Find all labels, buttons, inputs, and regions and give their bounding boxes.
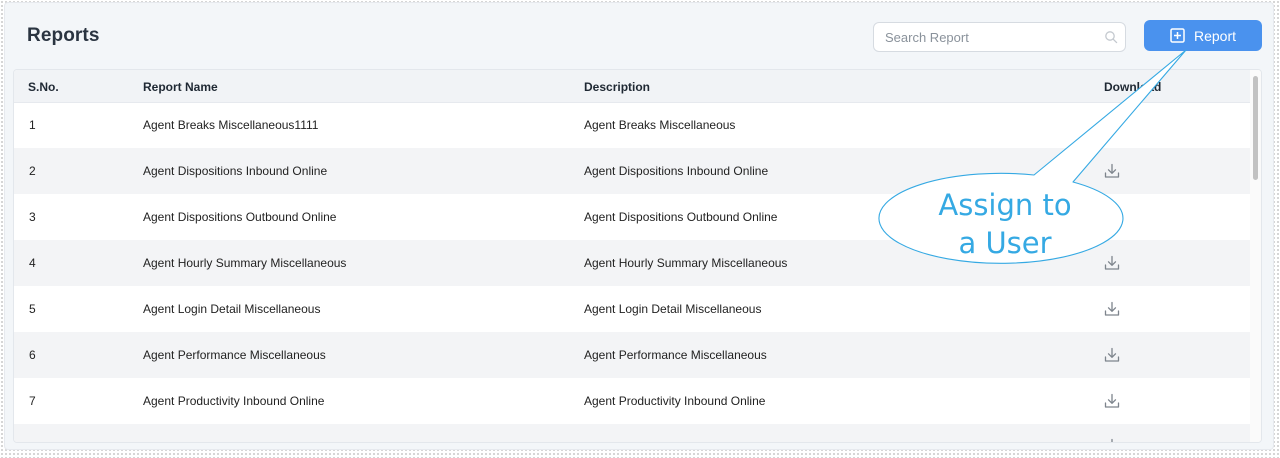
cell-report-name: Agent Breaks Miscellaneous1111 bbox=[143, 118, 319, 132]
cell-description: Agent Breaks Miscellaneous bbox=[584, 118, 736, 132]
add-report-label: Report bbox=[1193, 27, 1237, 44]
cell-report-name: Agent Dispositions Outbound Online bbox=[143, 210, 337, 224]
page-title: Reports bbox=[27, 25, 100, 46]
header-download: Download bbox=[1104, 80, 1162, 94]
table-row[interactable]: 7 Agent Productivity Inbound Online Agen… bbox=[14, 378, 1250, 424]
cell-sno: 7 bbox=[29, 394, 36, 408]
scrollbar[interactable] bbox=[1250, 70, 1261, 442]
search-icon[interactable] bbox=[1104, 30, 1118, 44]
callout-line-2: a User bbox=[958, 226, 1052, 260]
cell-sno: 4 bbox=[29, 256, 36, 270]
cell-report-name: Agent Performance Miscellaneous bbox=[143, 348, 326, 362]
add-report-button[interactable]: Report bbox=[1144, 20, 1262, 51]
cell-description: Agent Hourly Summary Miscellaneous bbox=[584, 256, 788, 270]
download-icon[interactable] bbox=[1103, 392, 1121, 410]
cell-description: Agent Login Detail Miscellaneous bbox=[584, 302, 762, 316]
table-row[interactable] bbox=[14, 424, 1250, 443]
cell-report-name: Agent Dispositions Inbound Online bbox=[143, 164, 328, 178]
cell-description: Agent Dispositions Inbound Online bbox=[584, 164, 769, 178]
search-input[interactable] bbox=[874, 23, 1105, 51]
download-icon[interactable] bbox=[1103, 162, 1121, 180]
download-icon[interactable] bbox=[1103, 437, 1121, 443]
header-report-name: Report Name bbox=[143, 80, 218, 94]
cell-sno: 3 bbox=[29, 210, 36, 224]
scrollbar-thumb[interactable] bbox=[1253, 76, 1258, 180]
cell-sno: 5 bbox=[29, 302, 36, 316]
search-box[interactable] bbox=[873, 22, 1126, 52]
callout-line-1: Assign to bbox=[938, 188, 1072, 222]
cell-sno: 6 bbox=[29, 348, 36, 362]
header-description: Description bbox=[584, 80, 651, 94]
cell-report-name: Agent Login Detail Miscellaneous bbox=[143, 302, 321, 316]
cell-description: Agent Productivity Inbound Online bbox=[584, 394, 766, 408]
table-row[interactable]: 5 Agent Login Detail Miscellaneous Agent… bbox=[14, 286, 1250, 332]
cell-description: Agent Performance Miscellaneous bbox=[584, 348, 767, 362]
table-row[interactable]: 6 Agent Performance Miscellaneous Agent … bbox=[14, 332, 1250, 378]
cell-report-name: Agent Hourly Summary Miscellaneous bbox=[143, 256, 347, 270]
download-icon[interactable] bbox=[1103, 346, 1121, 364]
table-header: S.No. Report Name Description Download bbox=[14, 70, 1250, 103]
download-icon[interactable] bbox=[1103, 254, 1121, 272]
table-row[interactable]: 1 Agent Breaks Miscellaneous1111 Agent B… bbox=[14, 102, 1250, 148]
callout-text: Assign to a User bbox=[905, 186, 1105, 262]
cell-report-name: Agent Productivity Inbound Online bbox=[143, 394, 325, 408]
cell-sno: 2 bbox=[29, 164, 36, 178]
download-icon[interactable] bbox=[1103, 300, 1121, 318]
plus-square-icon bbox=[1170, 28, 1185, 43]
cell-sno: 1 bbox=[29, 118, 36, 132]
cell-description: Agent Dispositions Outbound Online bbox=[584, 210, 778, 224]
header-sno: S.No. bbox=[28, 80, 59, 94]
